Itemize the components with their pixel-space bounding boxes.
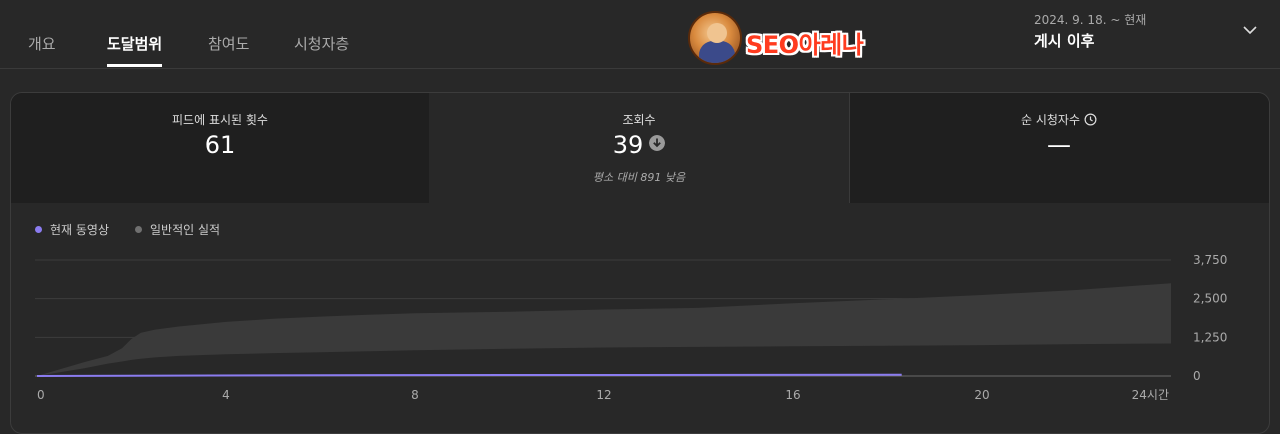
top-navigation: 개요 도달범위 참여도 시청자층 SEO아레나 2024. 9. 18. ~ 현… xyxy=(0,0,1280,69)
x-tick-label: 0 xyxy=(37,388,45,402)
y-tick-label: 3,750 xyxy=(1193,253,1227,267)
views-chart: 0 1,250 2,500 3,750 0 4 8 12 16 20 24시간 xyxy=(35,253,1227,402)
x-tick-label: 4 xyxy=(222,388,230,402)
y-tick-label: 2,500 xyxy=(1193,292,1227,306)
tab-engagement[interactable]: 참여도 xyxy=(208,33,249,54)
logo-text: SEO아레나 xyxy=(746,31,864,59)
x-tick-label: 12 xyxy=(596,388,611,402)
reach-metrics-card: 피드에 표시된 횟수 61 조회수 39 평소 대비 891 낮음 순 시청자수… xyxy=(10,92,1270,434)
period-selector-label[interactable]: 게시 이후 xyxy=(1034,30,1094,51)
logo-mascot-icon xyxy=(688,11,742,65)
chevron-down-icon[interactable] xyxy=(1242,22,1258,38)
active-tab-indicator xyxy=(107,64,162,67)
typical-performance-band xyxy=(37,283,1171,376)
x-tick-label: 16 xyxy=(785,388,800,402)
y-tick-label: 1,250 xyxy=(1193,330,1227,344)
x-tick-label: 20 xyxy=(974,388,989,402)
y-tick-label: 0 xyxy=(1193,369,1201,383)
tab-overview[interactable]: 개요 xyxy=(28,33,56,54)
period-date-range: 2024. 9. 18. ~ 현재 xyxy=(1034,13,1147,27)
tab-reach[interactable]: 도달범위 xyxy=(107,33,162,54)
watermark-logo: SEO아레나 xyxy=(688,11,878,69)
current-video-line xyxy=(36,373,902,377)
x-tick-label: 8 xyxy=(411,388,419,402)
x-tick-label: 24시간 xyxy=(1132,388,1169,402)
tab-audience[interactable]: 시청자층 xyxy=(294,33,349,54)
